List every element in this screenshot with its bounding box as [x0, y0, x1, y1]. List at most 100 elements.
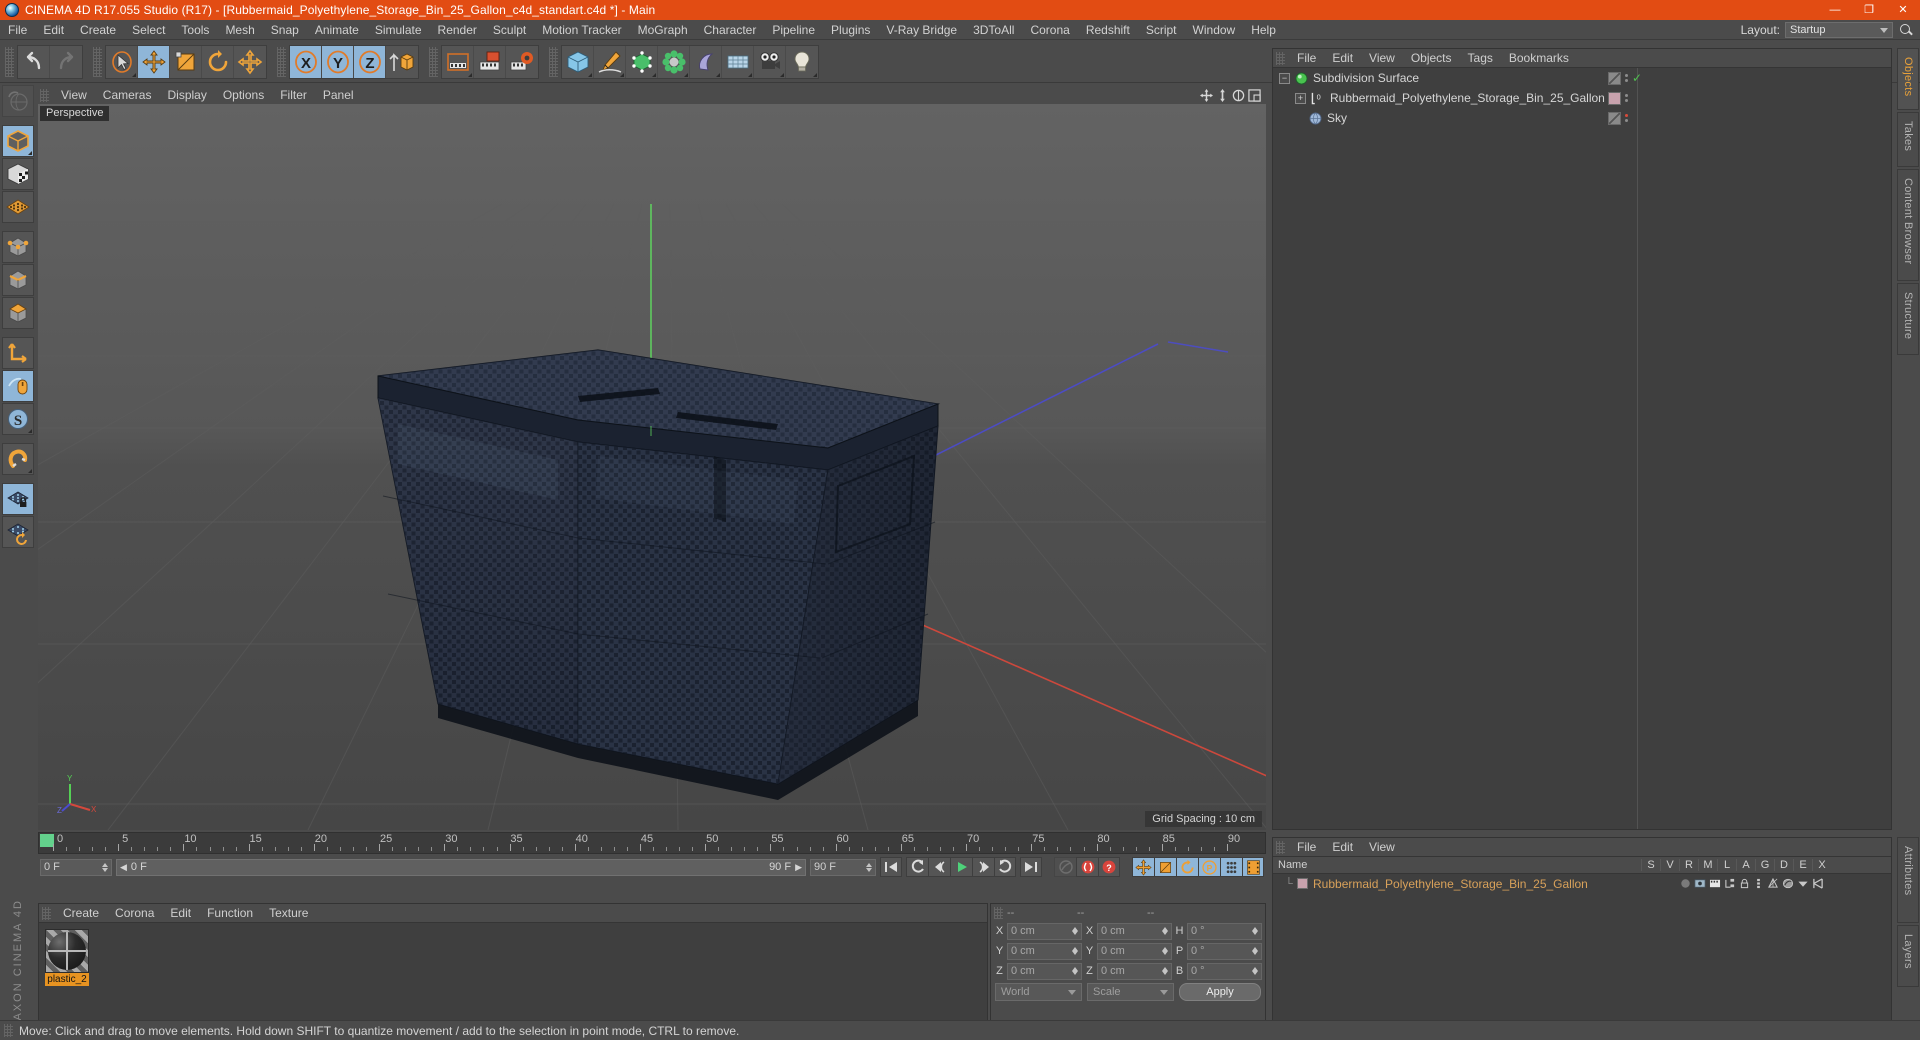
mm-menu-edit[interactable]: Edit [162, 904, 199, 923]
viewport-menu-view[interactable]: View [53, 86, 95, 104]
coord-system-select[interactable]: World [995, 983, 1082, 1001]
solo-icon[interactable] [1680, 878, 1691, 889]
toolbar-grip-3[interactable] [277, 46, 286, 77]
menu-snap[interactable]: Snap [263, 20, 307, 40]
menu-sculpt[interactable]: Sculpt [485, 20, 534, 40]
magnet-icon[interactable] [2, 443, 34, 475]
manager-icon[interactable] [1724, 878, 1736, 889]
scale-icon[interactable] [170, 45, 202, 78]
material-manager-grip[interactable] [42, 906, 51, 920]
current-frame-field[interactable]: 0 F [40, 858, 112, 876]
spinner-arrows-icon-2[interactable] [866, 862, 872, 872]
generator-flag-icon[interactable] [1767, 878, 1779, 889]
polygon-mode-icon[interactable] [2, 297, 34, 329]
menu-redshift[interactable]: Redshift [1078, 20, 1138, 40]
world-coord-icon[interactable] [386, 45, 418, 78]
layer-col-g[interactable]: G [1755, 859, 1774, 871]
material-preview-swatch[interactable] [45, 929, 89, 973]
step-forward-frame-icon[interactable] [972, 857, 994, 877]
coord-size-z-input[interactable]: 0 cm [1097, 962, 1172, 980]
tab-layers[interactable]: Layers [1897, 925, 1919, 987]
menu-corona[interactable]: Corona [1022, 20, 1077, 40]
maximize-button[interactable]: ❐ [1852, 0, 1886, 20]
deformer-icon[interactable] [658, 45, 690, 78]
timeline-ticks[interactable]: 0 5 10 15 20 25 30 35 40 45 50 55 60 65 70 75 80 85 90 [39, 833, 1265, 853]
cube-primitive-icon[interactable] [562, 45, 594, 78]
menu-mesh[interactable]: Mesh [217, 20, 262, 40]
coord-rotation-h-input[interactable]: 0 ° [1187, 922, 1262, 940]
tag-placeholder-icon[interactable] [1607, 111, 1621, 125]
go-to-end-icon[interactable] [1020, 857, 1042, 877]
menu-script[interactable]: Script [1138, 20, 1185, 40]
mm-menu-corona[interactable]: Corona [107, 904, 162, 923]
move-icon[interactable] [138, 45, 170, 78]
om-menu-tags[interactable]: Tags [1460, 49, 1501, 68]
menu-plugins[interactable]: Plugins [823, 20, 878, 40]
deformer-flag-icon[interactable] [1782, 878, 1794, 889]
lock-y-icon[interactable]: Y [322, 45, 354, 78]
layer-col-v[interactable]: V [1660, 859, 1679, 871]
menu-tools[interactable]: Tools [173, 20, 217, 40]
lock-icon[interactable] [1739, 878, 1750, 889]
om-menu-view[interactable]: View [1361, 49, 1403, 68]
edge-mode-icon[interactable] [2, 264, 34, 296]
menu-help[interactable]: Help [1243, 20, 1284, 40]
coordinates-grip[interactable] [994, 906, 1003, 919]
layer-col-x[interactable]: X [1812, 859, 1831, 871]
orbit-icon[interactable] [1232, 89, 1245, 102]
visibility-dots[interactable] [1624, 94, 1628, 102]
model-mode-icon[interactable] [2, 125, 34, 157]
close-button[interactable]: ✕ [1886, 0, 1920, 20]
viewport-grip[interactable] [40, 88, 49, 102]
material-tag-icon[interactable] [1607, 91, 1621, 105]
visibility-dots[interactable] [1624, 74, 1628, 82]
layer-menu-file[interactable]: File [1289, 838, 1324, 857]
menu-window[interactable]: Window [1185, 20, 1244, 40]
material-list[interactable]: plastic_2 [39, 923, 987, 1031]
viewport-menu-panel[interactable]: Panel [315, 86, 362, 104]
object-row-subdivision-surface[interactable]: − Subdivision Surface ✓ [1273, 68, 1891, 88]
rotate-icon[interactable] [202, 45, 234, 78]
current-frame-marker[interactable] [40, 834, 54, 847]
tab-objects[interactable]: Objects [1897, 48, 1919, 110]
record-active-objects-icon[interactable] [1076, 857, 1098, 877]
coord-size-x-input[interactable]: 0 cm [1097, 922, 1172, 940]
viewport-canvas[interactable]: Perspective Y X Z Grid Spacing: 10 cm [38, 104, 1266, 830]
viewport-solo-icon[interactable] [2, 370, 34, 402]
xpresso-icon[interactable] [1812, 878, 1824, 889]
minimize-button[interactable]: — [1818, 0, 1852, 20]
tab-attributes[interactable]: Attributes [1897, 837, 1919, 923]
layer-col-s[interactable]: S [1641, 859, 1660, 871]
pan-icon[interactable] [1200, 88, 1213, 102]
animation-icon[interactable] [1753, 878, 1764, 889]
om-menu-edit[interactable]: Edit [1324, 49, 1361, 68]
coord-rotation-p-input[interactable]: 0 ° [1187, 942, 1262, 960]
layer-col-m[interactable]: M [1698, 859, 1717, 871]
object-row-rubbermaid-bin[interactable]: + 0 Rubbermaid_Polyethylene_Storage_Bin_… [1273, 88, 1891, 108]
tab-content-browser[interactable]: Content Browser [1897, 169, 1919, 281]
record-position-icon[interactable] [1132, 857, 1154, 877]
layer-col-a[interactable]: A [1736, 859, 1755, 871]
expression-icon[interactable] [1797, 878, 1809, 889]
menu-3dtoall[interactable]: 3DToAll [965, 20, 1022, 40]
search-icon[interactable] [1898, 22, 1914, 38]
spline-pen-icon[interactable] [594, 45, 626, 78]
viewport-menu-cameras[interactable]: Cameras [95, 86, 160, 104]
timeline-icon[interactable] [1242, 857, 1264, 877]
dolly-icon[interactable] [1216, 88, 1229, 102]
enabled-check-icon[interactable]: ✓ [1632, 72, 1642, 84]
apply-button[interactable]: Apply [1179, 983, 1261, 1001]
viewport-menu-filter[interactable]: Filter [272, 86, 315, 104]
autokey-icon[interactable] [1054, 857, 1076, 877]
coord-position-z-input[interactable]: 0 cm [1007, 962, 1082, 980]
menu-file[interactable]: File [0, 20, 35, 40]
mm-menu-texture[interactable]: Texture [261, 904, 316, 923]
axis-modify-icon[interactable] [2, 337, 34, 369]
menu-create[interactable]: Create [72, 20, 124, 40]
viewport-menu-options[interactable]: Options [215, 86, 272, 104]
layer-col-r[interactable]: R [1679, 859, 1698, 871]
maximize-icon[interactable] [1248, 88, 1261, 102]
toolbar-grip[interactable] [5, 46, 14, 77]
object-manager-grip[interactable] [1276, 51, 1285, 65]
camera-icon[interactable] [754, 45, 786, 78]
